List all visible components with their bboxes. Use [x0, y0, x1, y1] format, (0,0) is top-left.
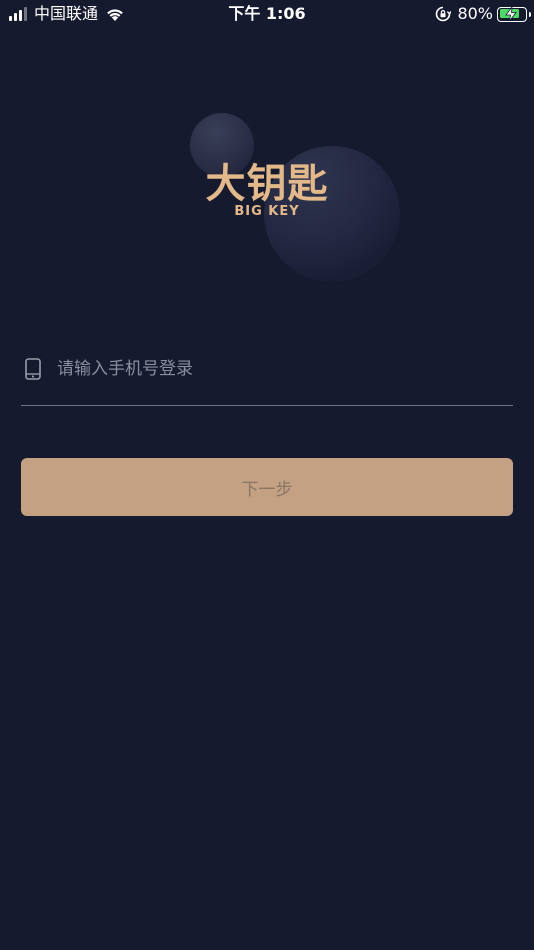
login-screen: 中国联通 下午 1:06 80% 大钥匙 BIG KEY 请输入手机号登录 下一…: [0, 0, 534, 950]
status-bar: 中国联通 下午 1:06 80%: [0, 0, 534, 28]
logo-chinese: 大钥匙: [205, 161, 329, 207]
logo-english: BIG KEY: [234, 204, 300, 219]
phone-input-row[interactable]: [21, 346, 513, 406]
status-right: 80%: [435, 4, 531, 24]
rotation-lock-icon: [436, 6, 452, 22]
next-step-button[interactable]: 下一步: [21, 458, 513, 516]
battery-percent: 80%: [457, 4, 493, 23]
mobile-phone-icon: [25, 358, 41, 380]
battery-charging-icon: [497, 6, 531, 22]
phone-input[interactable]: [57, 354, 507, 384]
